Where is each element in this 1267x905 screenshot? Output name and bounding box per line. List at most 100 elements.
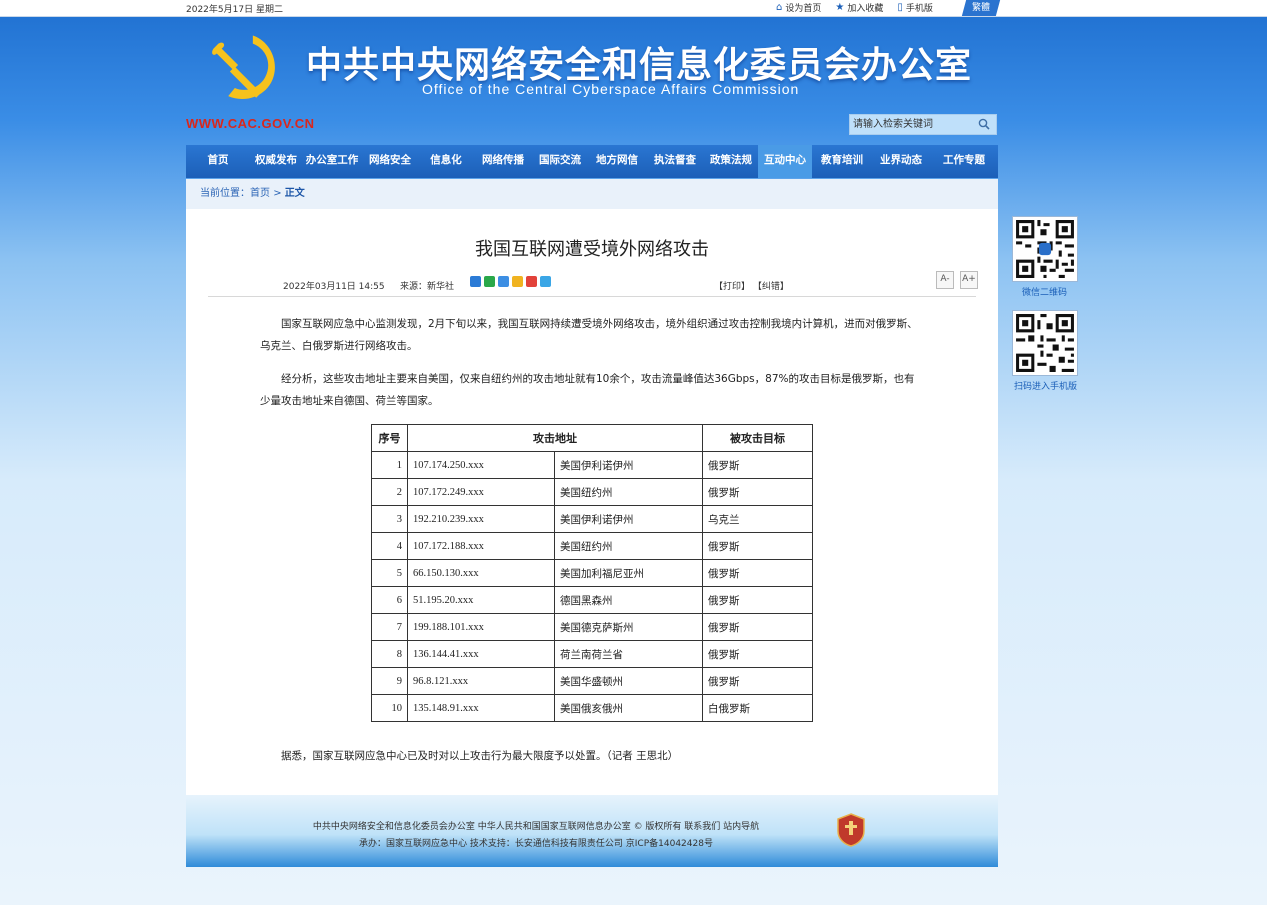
set-homepage-link[interactable]: ⌂ 设为首页	[776, 1, 821, 14]
row-index: 5	[371, 559, 408, 587]
article-meta: 2022年03月11日 14:55 来源：新华社 【打印】 【纠错】 A- A+	[208, 271, 978, 297]
breadcrumb-prefix: 当前位置：	[200, 188, 250, 199]
attack-address-table: 序号 攻击地址 被攻击目标 1 107.174.250.xxx 美国伊利诺伊州 …	[371, 424, 813, 722]
home-icon: ⌂	[776, 2, 783, 13]
table-header-index: 序号	[371, 424, 408, 452]
set-homepage-label: 设为首页	[785, 4, 822, 14]
row-location: 美国华盛顿州	[554, 667, 703, 695]
nav-item-education[interactable]: 教育培训	[812, 145, 872, 178]
mobile-version-label: 手机版	[905, 4, 933, 14]
nav-item-home[interactable]: 首页	[186, 145, 250, 178]
site-header: 中共中央网络安全和信息化委员会办公室 Office of the Central…	[186, 16, 998, 144]
nav-item-topics[interactable]: 工作专题	[930, 145, 998, 178]
main-nav: 首页 权威发布 办公室工作 网络安全 信息化 网络传播 国际交流 地方网信 执法…	[186, 145, 998, 178]
row-target: 俄罗斯	[702, 451, 813, 479]
row-index: 7	[371, 613, 408, 641]
table-row: 4 107.172.188.xxx 美国纽约州 俄罗斯	[371, 532, 813, 560]
row-target: 俄罗斯	[702, 559, 813, 587]
print-link[interactable]: 【打印】	[714, 282, 750, 292]
row-target: 俄罗斯	[702, 478, 813, 506]
share-more-icon[interactable]	[470, 276, 481, 287]
correct-link[interactable]: 【纠错】	[753, 282, 789, 292]
row-target: 俄罗斯	[702, 667, 813, 695]
table-row: 1 107.174.250.xxx 美国伊利诺伊州 俄罗斯	[371, 451, 813, 479]
row-location: 荷兰南荷兰省	[554, 640, 703, 668]
add-favorite-label: 加入收藏	[847, 4, 884, 14]
row-index: 8	[371, 640, 408, 668]
article-title: 我国互联网遭受境外网络攻击	[475, 239, 709, 260]
party-emblem-icon	[212, 35, 275, 100]
breadcrumb: 当前位置：首页 > 正文	[186, 179, 998, 209]
nav-item-cybersecurity[interactable]: 网络安全	[362, 145, 418, 178]
table-row: 9 96.8.121.xxx 美国华盛顿州 俄罗斯	[371, 667, 813, 695]
site-subtitle: Office of the Central Cyberspace Affairs…	[422, 81, 800, 97]
font-size-controls: A- A+	[930, 271, 978, 289]
government-badge-icon[interactable]	[836, 813, 866, 847]
breadcrumb-home[interactable]: 首页	[250, 188, 270, 199]
footer-organizer: 承办：国家互联网应急中心 技术支持：长安通信科技有限责任公司 京ICP备1404…	[359, 839, 713, 849]
wechat-qr-caption: 微信二维码	[1022, 288, 1068, 298]
row-location: 美国德克萨斯州	[554, 613, 703, 641]
traditional-chinese-button[interactable]: 繁體	[961, 0, 1001, 16]
current-date: 2022年5月17日 星期二	[186, 5, 283, 15]
row-index: 6	[371, 586, 408, 614]
row-index: 1	[371, 451, 408, 479]
font-increase-button[interactable]: A+	[960, 271, 978, 289]
site-footer: 中共中央网络安全和信息化委员会办公室 中华人民共和国国家互联网信息办公室 © 版…	[186, 795, 998, 867]
row-ip: 107.172.249.xxx	[407, 478, 555, 506]
article-paragraph-3: 据悉，国家互联网应急中心已及时对以上攻击行为最大限度予以处置。（记者 王思北）	[281, 750, 679, 762]
nav-item-international[interactable]: 国际交流	[532, 145, 588, 178]
table-header-target: 被攻击目标	[702, 424, 813, 452]
share-wechat-icon[interactable]	[484, 276, 495, 287]
row-target: 乌克兰	[702, 505, 813, 533]
nav-item-local[interactable]: 地方网信	[588, 145, 646, 178]
breadcrumb-separator: >	[273, 188, 282, 199]
row-index: 2	[371, 478, 408, 506]
share-favorite-icon[interactable]	[512, 276, 523, 287]
share-tencent-icon[interactable]	[540, 276, 551, 287]
search-icon[interactable]	[978, 118, 990, 130]
row-index: 10	[371, 694, 408, 722]
row-target: 俄罗斯	[702, 640, 813, 668]
row-target: 白俄罗斯	[702, 694, 813, 722]
search-input[interactable]	[850, 115, 973, 134]
nav-item-communication[interactable]: 网络传播	[474, 145, 532, 178]
footer-copyright: 中共中央网络安全和信息化委员会办公室 中华人民共和国国家互联网信息办公室 © 版…	[312, 822, 760, 832]
nav-item-interaction[interactable]: 互动中心	[758, 145, 812, 178]
row-location: 美国加利福尼亚州	[554, 559, 703, 587]
nav-item-informatization[interactable]: 信息化	[418, 145, 474, 178]
top-links: ⌂ 设为首页 ★ 加入收藏 ▯ 手机版	[776, 1, 947, 14]
nav-item-releases[interactable]: 权威发布	[250, 145, 302, 178]
table-header-row: 序号 攻击地址 被攻击目标	[371, 424, 813, 452]
mobile-version-link[interactable]: ▯ 手机版	[897, 1, 933, 14]
row-index: 4	[371, 532, 408, 560]
nav-item-industry[interactable]: 业界动态	[872, 145, 930, 178]
article-datetime: 2022年03月11日 14:55	[283, 282, 385, 292]
nav-item-office-work[interactable]: 办公室工作	[302, 145, 362, 178]
row-location: 美国伊利诺伊州	[554, 451, 703, 479]
traditional-chinese-label: 繁體	[971, 3, 990, 13]
table-row: 5 66.150.130.xxx 美国加利福尼亚州 俄罗斯	[371, 559, 813, 587]
row-location: 美国纽约州	[554, 478, 703, 506]
mobile-qr-caption: 扫码进入手机版	[1014, 382, 1078, 392]
nav-item-enforcement[interactable]: 执法督查	[646, 145, 704, 178]
share-qzone-icon[interactable]	[498, 276, 509, 287]
row-location: 美国伊利诺伊州	[554, 505, 703, 533]
table-row: 3 192.210.239.xxx 美国伊利诺伊州 乌克兰	[371, 505, 813, 533]
print-correct-links: 【打印】 【纠错】	[714, 279, 789, 292]
site-url[interactable]: WWW.CAC.GOV.CN	[186, 116, 315, 131]
row-target: 俄罗斯	[702, 613, 813, 641]
share-bar	[470, 276, 554, 287]
row-ip: 66.150.130.xxx	[407, 559, 555, 587]
share-weibo-icon[interactable]	[526, 276, 537, 287]
article-paragraph-2: 经分析，这些攻击地址主要来自美国，仅来自纽约州的攻击地址就有10余个，攻击流量峰…	[260, 373, 915, 407]
article-paragraph-1: 国家互联网应急中心监测发现，2月下旬以来，我国互联网持续遭受境外网络攻击，境外组…	[260, 318, 918, 352]
add-favorite-link[interactable]: ★ 加入收藏	[835, 1, 883, 14]
row-location: 美国纽约州	[554, 532, 703, 560]
nav-item-policy[interactable]: 政策法规	[704, 145, 758, 178]
star-icon: ★	[835, 2, 845, 13]
table-row: 8 136.144.41.xxx 荷兰南荷兰省 俄罗斯	[371, 640, 813, 668]
font-decrease-button[interactable]: A-	[936, 271, 954, 289]
breadcrumb-current: 正文	[284, 188, 305, 199]
row-ip: 96.8.121.xxx	[407, 667, 555, 695]
